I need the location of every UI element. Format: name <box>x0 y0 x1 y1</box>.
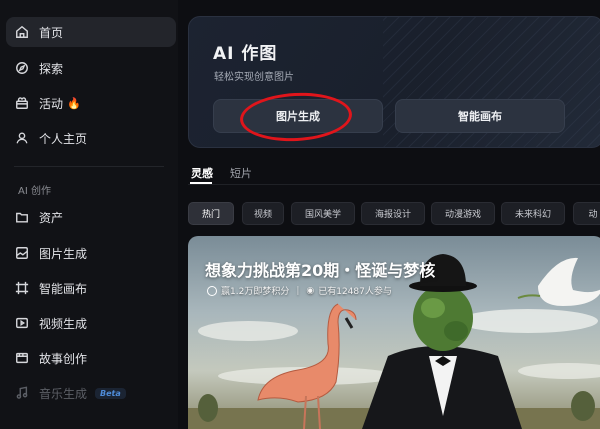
compass-icon <box>15 61 29 75</box>
image-gen-icon <box>15 246 29 260</box>
sidebar-item-label: 智能画布 <box>39 281 88 296</box>
sidebar-item-label: 个人主页 <box>39 131 88 146</box>
folder-icon <box>15 210 29 224</box>
chip-poster[interactable]: 海报设计 <box>361 202 425 225</box>
chip-more[interactable]: 动 <box>573 202 600 225</box>
card-title: AI 作图 <box>213 44 278 64</box>
card-subtitle: 轻松实现创意图片 <box>214 72 294 83</box>
banner-title: 想象力挑战第20期・怪诞与梦核 <box>205 261 436 280</box>
sidebar-item-home[interactable]: 首页 <box>6 17 176 47</box>
video-icon <box>15 316 29 330</box>
sidebar-item-label: 音乐生成 <box>39 386 88 401</box>
sidebar: 首页 探索 活动 🔥 个人主页 AI 创作 资产 图片生成 智能画布 视频生成 … <box>0 0 178 429</box>
tabs-divider <box>188 184 600 185</box>
story-icon <box>15 351 29 365</box>
sidebar-item-label: 图片生成 <box>39 246 88 261</box>
sidebar-item-label: 视频生成 <box>39 316 88 331</box>
sidebar-item-label: 资产 <box>39 210 64 225</box>
chip-guofeng[interactable]: 国风美学 <box>291 202 355 225</box>
tab-active-indicator <box>190 182 212 184</box>
gift-icon <box>15 96 29 110</box>
sidebar-item-music[interactable]: 音乐生成 Beta <box>6 378 176 408</box>
chip-anime[interactable]: 动漫游戏 <box>431 202 495 225</box>
sidebar-item-video[interactable]: 视频生成 <box>6 308 176 338</box>
sidebar-item-profile[interactable]: 个人主页 <box>6 123 176 153</box>
challenge-banner[interactable]: 想象力挑战第20期・怪诞与梦核 赢1.2万即梦积分 | ◉ 已有12487人参与 <box>188 236 600 429</box>
tab-shorts[interactable]: 短片 <box>230 165 252 181</box>
reward-text: 赢1.2万即梦积分 <box>221 287 290 297</box>
music-icon <box>15 386 29 400</box>
sidebar-item-label: 探索 <box>39 61 64 76</box>
participants-text: 已有12487人参与 <box>318 287 392 297</box>
banner-meta: 赢1.2万即梦积分 | ◉ 已有12487人参与 <box>207 284 392 297</box>
chip-hot[interactable]: 热门 <box>188 202 234 225</box>
sidebar-item-label: 活动 <box>39 96 64 111</box>
chip-scifi[interactable]: 未来科幻 <box>501 202 565 225</box>
participants-icon: ◉ <box>306 285 315 296</box>
beta-badge: Beta <box>95 387 126 399</box>
coin-icon <box>207 285 217 296</box>
sidebar-item-story[interactable]: 故事创作 <box>6 343 176 373</box>
sidebar-item-activity[interactable]: 活动 🔥 <box>6 88 176 118</box>
chip-video[interactable]: 视频 <box>242 202 284 225</box>
smart-canvas-button[interactable]: 智能画布 <box>395 99 565 133</box>
section-title: AI 创作 <box>18 186 51 197</box>
tab-inspiration[interactable]: 灵感 <box>191 165 213 181</box>
sidebar-divider <box>14 166 164 167</box>
sidebar-item-explore[interactable]: 探索 <box>6 53 176 83</box>
separator: | <box>296 285 300 296</box>
user-icon <box>15 131 29 145</box>
fire-icon: 🔥 <box>67 96 81 110</box>
sidebar-item-assets[interactable]: 资产 <box>6 202 176 232</box>
sidebar-item-canvas[interactable]: 智能画布 <box>6 273 176 303</box>
sidebar-item-label: 首页 <box>39 25 64 40</box>
canvas-icon <box>15 281 29 295</box>
home-icon <box>15 25 29 39</box>
sidebar-item-image-gen[interactable]: 图片生成 <box>6 238 176 268</box>
sidebar-item-label: 故事创作 <box>39 351 88 366</box>
